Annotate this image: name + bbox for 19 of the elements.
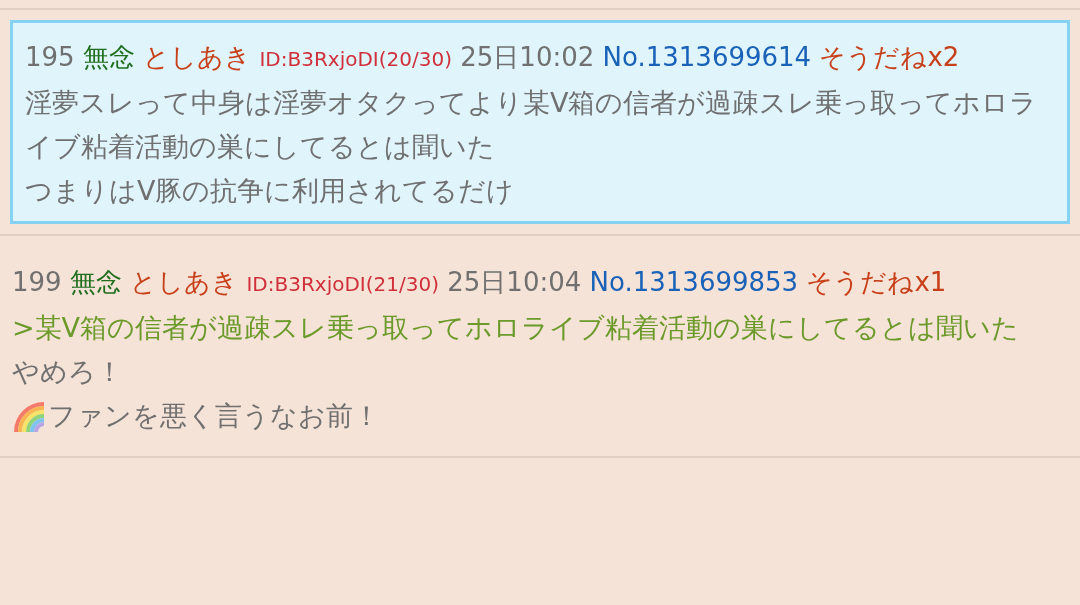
post-number: 195 [25, 42, 75, 72]
poster-id: ID:B3RxjoDI(20/30) [259, 47, 452, 71]
post-no-link[interactable]: No.1313699614 [602, 42, 812, 72]
post-number: 199 [12, 267, 62, 297]
post-text: つまりはV豚の抗争に利用されてるだけ [25, 174, 516, 208]
post-subject: 無念 [69, 267, 122, 297]
quote-text: >某V箱の信者が過疎スレ乗っ取ってホロライブ粘着活動の巣にしてるとは聞いた [12, 311, 1021, 345]
post-no-link[interactable]: No.1313699853 [589, 267, 799, 297]
poster-name: としあき [130, 267, 239, 297]
sodane-button[interactable]: そうだねx1 [806, 267, 947, 297]
post-date: 25日10:02 [460, 42, 595, 72]
post-text: やめろ！ [12, 355, 124, 389]
poster-name: としあき [143, 42, 252, 72]
post-text: ファンを悪く言うなお前！ [48, 399, 380, 433]
poster-id: ID:B3RxjoDI(21/30) [246, 272, 439, 296]
sodane-button[interactable]: そうだねx2 [819, 42, 960, 72]
post-text: 淫夢スレって中身は淫夢オタクってより某V箱の信者が過疎スレ乗っ取ってホロライブ粘着活動の巣にしてるとは聞いた [25, 86, 1039, 164]
post-date: 25日10:04 [447, 267, 582, 297]
post-subject: 無念 [82, 42, 135, 72]
